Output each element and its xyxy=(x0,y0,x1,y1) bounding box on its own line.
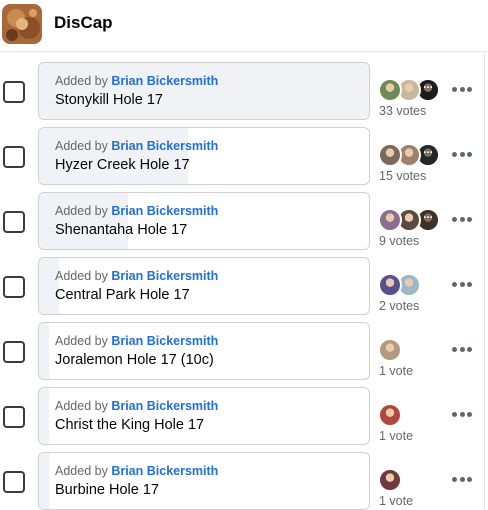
added-by-line: Added by Brian Bickersmith xyxy=(55,334,218,348)
more-voters-indicator: ··· xyxy=(418,145,438,165)
added-by-label: Added by xyxy=(55,334,108,348)
added-by-line: Added by Brian Bickersmith xyxy=(55,399,218,413)
voter-avatars[interactable] xyxy=(378,468,402,492)
poll-header: DisCap xyxy=(0,0,488,52)
added-by-label: Added by xyxy=(55,269,108,283)
more-options-icon[interactable] xyxy=(450,82,474,98)
poll-option[interactable]: Added by Brian Bickersmith Joralemon Hole… xyxy=(38,322,370,380)
poll-option[interactable]: Added by Brian Bickersmith Shenantaha Hol… xyxy=(38,192,370,250)
more-options-icon[interactable] xyxy=(450,342,474,358)
vote-progress-fill xyxy=(39,128,188,184)
more-options-icon[interactable] xyxy=(450,147,474,163)
option-name: Burbine Hole 17 xyxy=(55,482,159,498)
avatar xyxy=(378,338,402,362)
more-voters-indicator: ··· xyxy=(418,210,438,230)
option-name: Joralemon Hole 17 (10c) xyxy=(55,352,214,368)
avatar xyxy=(378,468,402,492)
avatar xyxy=(378,273,402,297)
poll-option[interactable]: Added by Brian Bickersmith Hyzer Creek Ho… xyxy=(38,127,370,185)
vote-checkbox[interactable] xyxy=(3,341,25,363)
option-name: Central Park Hole 17 xyxy=(55,287,190,303)
author-link[interactable]: Brian Bickersmith xyxy=(111,334,218,348)
poll-option-row: Added by Brian Bickersmith Central Park H… xyxy=(0,257,488,317)
more-options-icon[interactable] xyxy=(450,277,474,293)
vote-progress-fill xyxy=(39,453,49,509)
vote-progress-fill xyxy=(39,388,49,444)
voter-avatars[interactable] xyxy=(378,338,402,362)
vote-checkbox[interactable] xyxy=(3,276,25,298)
voter-avatars[interactable] xyxy=(378,403,402,427)
app-title[interactable]: DisCap xyxy=(54,13,113,33)
more-options-icon[interactable] xyxy=(450,407,474,423)
more-voters-indicator: ··· xyxy=(418,80,438,100)
vote-checkbox[interactable] xyxy=(3,211,25,233)
vote-checkbox[interactable] xyxy=(3,471,25,493)
avatar xyxy=(378,78,402,102)
vote-count[interactable]: 1 vote xyxy=(379,429,413,443)
option-name: Christ the King Hole 17 xyxy=(55,417,205,433)
vote-count[interactable]: 33 votes xyxy=(379,104,426,118)
poll-option[interactable]: Added by Brian Bickersmith Burbine Hole 1… xyxy=(38,452,370,510)
added-by-line: Added by Brian Bickersmith xyxy=(55,204,218,218)
author-link[interactable]: Brian Bickersmith xyxy=(111,399,218,413)
author-link[interactable]: Brian Bickersmith xyxy=(111,269,218,283)
vote-checkbox[interactable] xyxy=(3,146,25,168)
added-by-label: Added by xyxy=(55,464,108,478)
voter-avatars[interactable]: ··· xyxy=(378,208,440,232)
vote-count[interactable]: 15 votes xyxy=(379,169,426,183)
poll-option[interactable]: Added by Brian Bickersmith Stonykill Hole… xyxy=(38,62,370,120)
option-name: Hyzer Creek Hole 17 xyxy=(55,157,190,173)
vote-progress-fill xyxy=(39,63,369,119)
vote-count[interactable]: 1 vote xyxy=(379,494,413,508)
added-by-line: Added by Brian Bickersmith xyxy=(55,139,218,153)
avatar xyxy=(378,143,402,167)
added-by-label: Added by xyxy=(55,139,108,153)
voter-avatars[interactable]: ··· xyxy=(378,143,440,167)
avatar xyxy=(378,208,402,232)
vote-progress-fill xyxy=(39,193,128,249)
added-by-line: Added by Brian Bickersmith xyxy=(55,74,218,88)
voter-avatars[interactable] xyxy=(378,273,421,297)
poll-option-row: Added by Brian Bickersmith Burbine Hole 1… xyxy=(0,452,488,510)
author-link[interactable]: Brian Bickersmith xyxy=(111,139,218,153)
voter-avatars[interactable]: ··· xyxy=(378,78,440,102)
added-by-line: Added by Brian Bickersmith xyxy=(55,269,218,283)
poll-option-row: Added by Brian Bickersmith Joralemon Hole… xyxy=(0,322,488,382)
vote-progress-fill xyxy=(39,323,49,379)
author-link[interactable]: Brian Bickersmith xyxy=(111,464,218,478)
more-options-icon[interactable] xyxy=(450,472,474,488)
discap-app-logo-icon[interactable] xyxy=(2,4,42,44)
poll-option-row: Added by Brian Bickersmith Hyzer Creek Ho… xyxy=(0,127,488,187)
author-link[interactable]: Brian Bickersmith xyxy=(111,74,218,88)
poll-option[interactable]: Added by Brian Bickersmith Central Park H… xyxy=(38,257,370,315)
added-by-line: Added by Brian Bickersmith xyxy=(55,464,218,478)
vote-progress-fill xyxy=(39,258,59,314)
added-by-label: Added by xyxy=(55,204,108,218)
avatar xyxy=(378,403,402,427)
vote-count[interactable]: 2 votes xyxy=(379,299,419,313)
author-link[interactable]: Brian Bickersmith xyxy=(111,204,218,218)
option-name: Shenantaha Hole 17 xyxy=(55,222,188,238)
vote-count[interactable]: 9 votes xyxy=(379,234,419,248)
vote-checkbox[interactable] xyxy=(3,81,25,103)
option-name: Stonykill Hole 17 xyxy=(55,92,163,108)
added-by-label: Added by xyxy=(55,74,108,88)
poll-option[interactable]: Added by Brian Bickersmith Christ the Kin… xyxy=(38,387,370,445)
added-by-label: Added by xyxy=(55,399,108,413)
more-options-icon[interactable] xyxy=(450,212,474,228)
poll-option-row: Added by Brian Bickersmith Stonykill Hole… xyxy=(0,62,488,122)
vote-checkbox[interactable] xyxy=(3,406,25,428)
poll-option-row: Added by Brian Bickersmith Christ the Kin… xyxy=(0,387,488,447)
vote-count[interactable]: 1 vote xyxy=(379,364,413,378)
poll-option-row: Added by Brian Bickersmith Shenantaha Hol… xyxy=(0,192,488,252)
